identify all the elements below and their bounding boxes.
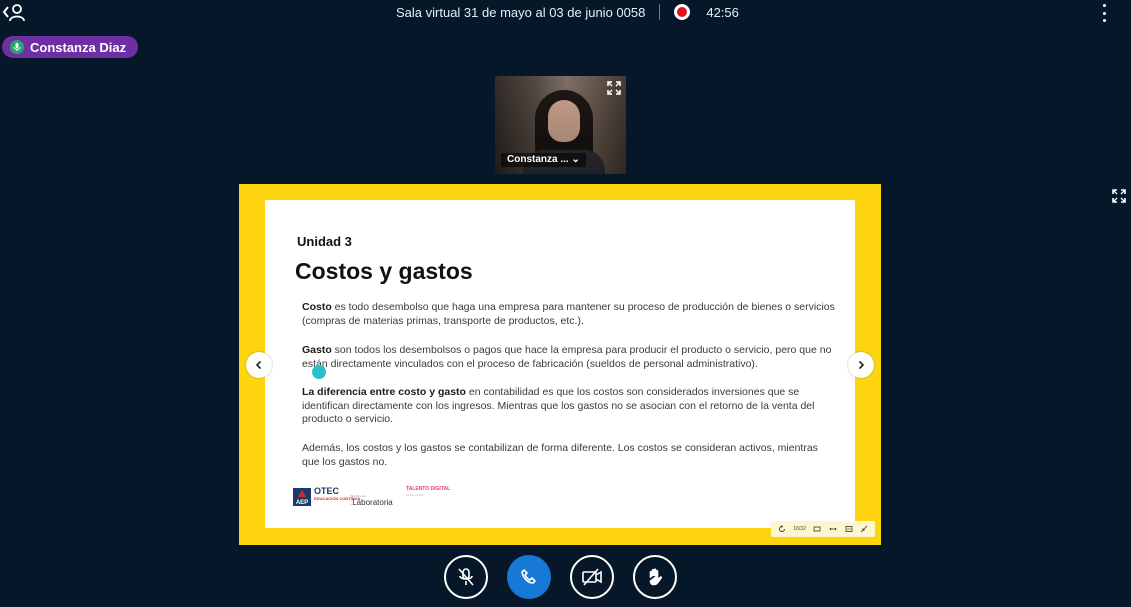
whiteboard-icon[interactable] — [845, 525, 853, 533]
room-header: Sala virtual 31 de mayo al 03 de junio 0… — [396, 4, 739, 20]
header-divider — [659, 4, 661, 20]
slide-title: Costos y gastos — [295, 258, 473, 284]
webcam-tile[interactable]: Constanza ... ⌄ — [495, 76, 626, 174]
raise-hand-icon — [649, 568, 663, 586]
recording-icon[interactable] — [674, 4, 691, 20]
kebab-menu-icon[interactable] — [1097, 4, 1111, 22]
pointer-indicator — [312, 365, 326, 379]
camera-button[interactable] — [570, 555, 614, 599]
slide-page-counter: 16/32 — [793, 526, 806, 532]
active-speaker-badge: Constanza Diaz — [2, 36, 139, 58]
microphone-icon — [10, 40, 24, 54]
camera-off-icon — [582, 568, 602, 586]
fit-width-icon[interactable] — [829, 525, 837, 533]
leave-audio-button[interactable] — [507, 555, 551, 599]
presentation-frame: Unidad 3 Costos y gastos Costo es todo d… — [239, 184, 881, 545]
presentation-toolbar: 16/32 — [771, 521, 875, 537]
slide-paragraph-ademas: Además, los costos y los gastos se conta… — [302, 442, 818, 468]
presentation-expand-icon[interactable] — [1111, 188, 1127, 204]
phone-icon — [521, 569, 536, 584]
raise-hand-button[interactable] — [633, 555, 677, 599]
slide-paragraph-gasto: Gasto son todos los desembolsos o pagos … — [302, 344, 832, 370]
next-slide-button[interactable] — [848, 352, 874, 378]
mic-off-icon — [458, 568, 474, 586]
back-user-icon[interactable] — [2, 2, 26, 22]
slide-paragraph-diferencia: La diferencia entre costo y gasto en con… — [302, 386, 815, 425]
laboratoria-logo: Miembro de:Laboratoria — [350, 494, 393, 507]
top-bar: Sala virtual 31 de mayo al 03 de junio 0… — [0, 0, 1131, 26]
speaker-name: Constanza Diaz — [30, 39, 127, 55]
mute-microphone-button[interactable] — [444, 555, 488, 599]
room-title: Sala virtual 31 de mayo al 03 de junio 0… — [396, 4, 646, 20]
refresh-icon[interactable] — [778, 525, 786, 533]
collapse-icon[interactable] — [860, 525, 868, 533]
chevron-left-icon — [255, 360, 262, 370]
talento-digital-logo: TALENTO DIGITAL PARA CHILE — [406, 486, 451, 497]
call-controls — [444, 555, 684, 599]
chevron-right-icon — [858, 360, 865, 370]
slide-paragraph-costo: Costo es todo desembolso que haga una em… — [302, 301, 835, 327]
session-timer: 42:56 — [706, 4, 739, 20]
presentation-slide: Unidad 3 Costos y gastos Costo es todo d… — [265, 200, 855, 528]
slide-logos: AEP OTEC EDUCACIÓN CONTINUA Miembro de:La… — [293, 486, 493, 512]
aep-logo: AEP — [293, 488, 311, 506]
webcam-name-label: Constanza ... ⌄ — [501, 153, 586, 167]
expand-icon[interactable] — [606, 80, 622, 96]
previous-slide-button[interactable] — [246, 352, 272, 378]
slide-unit: Unidad 3 — [297, 234, 352, 249]
slides-icon[interactable] — [813, 525, 821, 533]
